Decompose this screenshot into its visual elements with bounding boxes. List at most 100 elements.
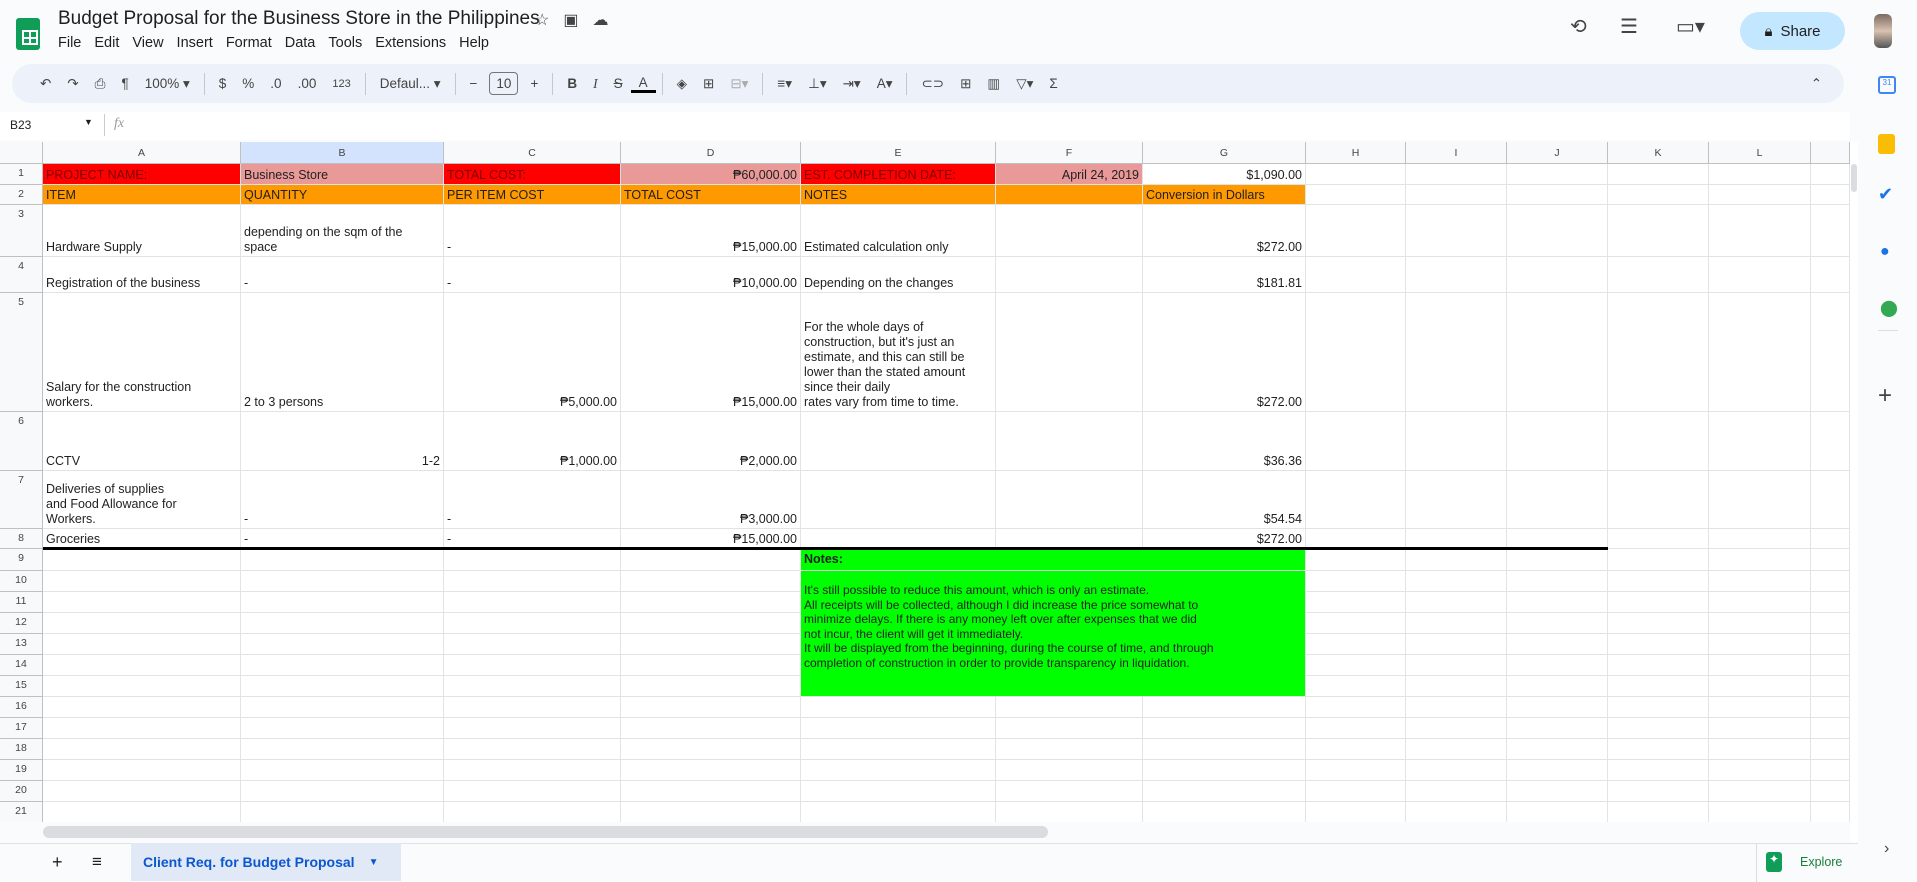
cell[interactable] [1608,205,1709,257]
cell[interactable] [1406,412,1507,471]
cell[interactable] [1608,549,1709,571]
cell[interactable] [621,571,801,592]
row-header[interactable]: 12 [0,613,43,634]
cell[interactable] [1608,164,1709,185]
cell[interactable] [996,185,1143,205]
cell[interactable] [1406,718,1507,739]
cell[interactable] [1709,760,1811,781]
cell[interactable] [1406,205,1507,257]
cell[interactable]: Estimated calculation only [801,205,996,257]
cell[interactable] [1306,655,1406,676]
cell[interactable] [1608,571,1709,592]
cell[interactable] [801,739,996,760]
comment-icon[interactable]: ⊞ [952,76,979,92]
cell[interactable]: 1-2 [241,412,444,471]
cell[interactable] [43,592,241,613]
cell[interactable] [1608,257,1709,293]
cell[interactable] [801,760,996,781]
cell[interactable]: ITEM [43,185,241,205]
cell[interactable] [1709,613,1811,634]
cell[interactable] [444,571,621,592]
cell[interactable] [1507,802,1608,822]
cell[interactable]: Conversion in Dollars [1143,185,1306,205]
cell[interactable]: Groceries [43,529,241,549]
cell[interactable] [801,471,996,529]
cell[interactable] [1709,164,1811,185]
cell[interactable]: $181.81 [1143,257,1306,293]
cell[interactable] [801,718,996,739]
cell[interactable] [1306,293,1406,412]
print-icon[interactable]: ⎙ [87,76,114,92]
cell[interactable] [444,592,621,613]
menu-help[interactable]: Help [459,35,489,51]
column-header[interactable]: F [996,142,1143,164]
cell[interactable] [1306,760,1406,781]
row-header[interactable]: 19 [0,760,43,781]
cell[interactable] [1406,634,1507,655]
cell[interactable] [1306,592,1406,613]
cell[interactable] [1507,718,1608,739]
row-header[interactable]: 14 [0,655,43,676]
cell[interactable] [1143,802,1306,822]
cell[interactable] [996,412,1143,471]
cell[interactable] [1811,697,1850,718]
column-header[interactable]: H [1306,142,1406,164]
row-header[interactable]: 1 [0,164,43,185]
maps-icon[interactable]: ⬤ [1880,298,1898,318]
cell[interactable] [1406,293,1507,412]
cell[interactable] [1811,802,1850,822]
cell[interactable] [444,781,621,802]
cell[interactable] [43,549,241,571]
undo-icon[interactable]: ↶ [32,76,59,92]
cell[interactable] [241,549,444,571]
cell[interactable] [1811,164,1850,185]
cell[interactable] [1709,412,1811,471]
cell[interactable] [1709,739,1811,760]
document-title[interactable]: Budget Proposal for the Business Store i… [58,8,540,30]
explore-icon[interactable]: ✦ [1766,852,1782,872]
cell[interactable] [1608,718,1709,739]
cell[interactable] [801,529,996,549]
cell[interactable] [1507,655,1608,676]
cell[interactable] [43,760,241,781]
row-header[interactable]: 6 [0,412,43,471]
zoom-select[interactable]: 100% ▾ [137,76,198,92]
cell[interactable]: $54.54 [1143,471,1306,529]
cell[interactable] [1709,205,1811,257]
cell[interactable] [241,697,444,718]
cell[interactable]: $36.36 [1143,412,1306,471]
cell[interactable] [1507,412,1608,471]
cell[interactable] [1811,592,1850,613]
cell[interactable] [801,697,996,718]
cell[interactable] [43,676,241,697]
cell[interactable] [1811,571,1850,592]
cell[interactable] [444,739,621,760]
text-wrap-icon[interactable]: ⇥▾ [835,76,869,92]
decrease-decimal-button[interactable]: .0 [262,76,289,91]
cell[interactable]: Salary for the construction workers. [43,293,241,412]
more-formats-button[interactable]: 123 [324,78,358,90]
cell[interactable] [801,781,996,802]
tasks-icon[interactable]: ✔ [1878,184,1893,205]
cell[interactable]: ₱5,000.00 [444,293,621,412]
cell[interactable] [1811,739,1850,760]
cell[interactable]: ₱15,000.00 [621,293,801,412]
cell[interactable] [1709,676,1811,697]
cell[interactable] [1507,592,1608,613]
cell[interactable] [1306,185,1406,205]
cell[interactable] [241,676,444,697]
cell[interactable] [1306,164,1406,185]
menu-file[interactable]: File [58,35,81,51]
sheet-tab-dropdown-icon[interactable]: ▼ [369,857,379,868]
row-header[interactable]: 16 [0,697,43,718]
cell[interactable]: ₱10,000.00 [621,257,801,293]
cell[interactable] [801,802,996,822]
cell[interactable] [241,802,444,822]
cell[interactable] [996,718,1143,739]
column-header[interactable]: A [43,142,241,164]
column-header[interactable] [1811,142,1850,164]
cell[interactable] [996,760,1143,781]
cell[interactable] [241,718,444,739]
cell[interactable] [444,697,621,718]
cell[interactable] [444,549,621,571]
